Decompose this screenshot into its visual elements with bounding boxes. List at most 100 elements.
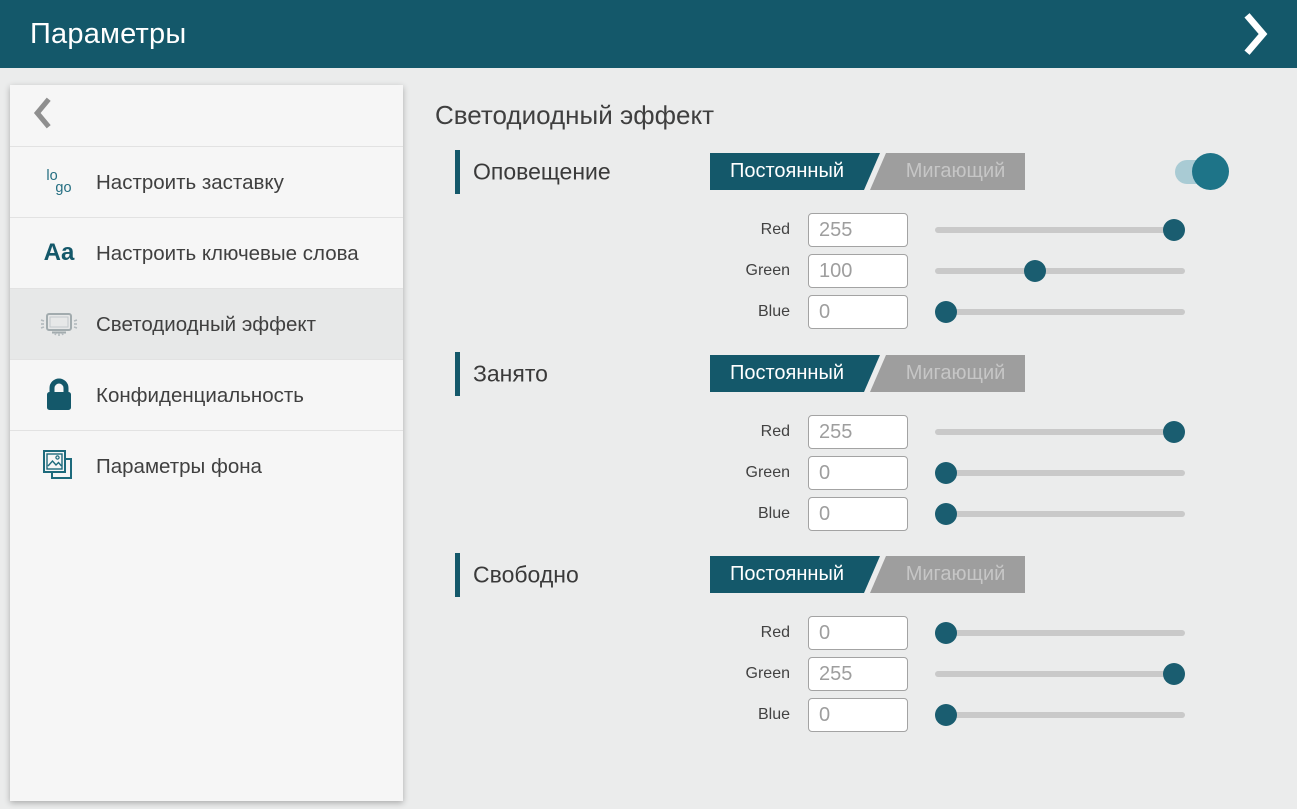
green-slider[interactable]: [935, 456, 1185, 490]
slider-thumb[interactable]: [1163, 663, 1185, 685]
sidebar-item-label: Настроить заставку: [96, 169, 284, 196]
blue-slider[interactable]: [935, 295, 1185, 329]
section-free: Свободно Постоянный Мигающий Red Green: [435, 553, 1247, 597]
slider-track: [935, 671, 1185, 677]
mode-blinking-button[interactable]: Мигающий: [870, 355, 1025, 392]
red-value-input[interactable]: [808, 213, 908, 247]
slider-track: [935, 511, 1185, 517]
app-title: Параметры: [30, 18, 186, 51]
mode-constant-button[interactable]: Постоянный: [710, 355, 880, 392]
green-slider[interactable]: [935, 254, 1185, 288]
logo-icon: logo: [38, 161, 80, 203]
slider-track: [935, 429, 1185, 435]
sidebar-item-keywords[interactable]: Aa Настроить ключевые слова: [10, 217, 403, 288]
slider-thumb[interactable]: [1024, 260, 1046, 282]
slider-thumb[interactable]: [935, 704, 957, 726]
sidebar-item-label: Настроить ключевые слова: [96, 240, 359, 267]
channel-label: Red: [435, 616, 790, 650]
section-notification: Оповещение Постоянный Мигающий Red Green: [435, 150, 1247, 194]
blue-value-input[interactable]: [808, 295, 908, 329]
mode-toggle: Постоянный Мигающий: [710, 153, 1025, 190]
section-header: Занято Постоянный Мигающий: [435, 352, 1247, 396]
sidebar-item-label: Конфиденциальность: [96, 382, 304, 409]
red-slider[interactable]: [935, 616, 1185, 650]
slider-track: [935, 309, 1185, 315]
switch-thumb: [1192, 153, 1229, 190]
channel-row-red: Red: [435, 415, 1247, 449]
blue-slider[interactable]: [935, 698, 1185, 732]
mode-blinking-button[interactable]: Мигающий: [870, 556, 1025, 593]
section-label: Оповещение: [473, 159, 611, 186]
blue-value-input[interactable]: [808, 497, 908, 531]
blue-value-input[interactable]: [808, 698, 908, 732]
rgb-rows: Red Green Blue: [435, 415, 1247, 538]
sidebar-item-privacy[interactable]: Конфиденциальность: [10, 359, 403, 430]
section-busy: Занято Постоянный Мигающий Red Green: [435, 352, 1247, 396]
forward-chevron-icon[interactable]: [1239, 11, 1271, 57]
page-title: Светодиодный эффект: [435, 100, 714, 131]
red-slider[interactable]: [935, 415, 1185, 449]
sidebar-item-led-effect[interactable]: Светодиодный эффект: [10, 288, 403, 359]
rgb-rows: Red Green Blue: [435, 213, 1247, 336]
mode-constant-button[interactable]: Постоянный: [710, 556, 880, 593]
section-accent-bar: [455, 553, 460, 597]
slider-thumb[interactable]: [935, 622, 957, 644]
channel-label: Red: [435, 213, 790, 247]
channel-label: Green: [435, 254, 790, 288]
sidebar-back-row: [10, 85, 403, 146]
mode-blinking-button[interactable]: Мигающий: [870, 153, 1025, 190]
channel-row-green: Green: [435, 657, 1247, 691]
section-accent-bar: [455, 150, 460, 194]
lock-icon: [38, 374, 80, 416]
channel-row-blue: Blue: [435, 698, 1247, 732]
slider-thumb[interactable]: [1163, 219, 1185, 241]
mode-toggle: Постоянный Мигающий: [710, 355, 1025, 392]
slider-track: [935, 712, 1185, 718]
channel-label: Blue: [435, 295, 790, 329]
section-label: Свободно: [473, 562, 579, 589]
sidebar-item-label: Светодиодный эффект: [96, 311, 316, 338]
section-accent-bar: [455, 352, 460, 396]
green-slider[interactable]: [935, 657, 1185, 691]
channel-label: Red: [435, 415, 790, 449]
section-header: Свободно Постоянный Мигающий: [435, 553, 1247, 597]
sidebar-item-screensaver[interactable]: logo Настроить заставку: [10, 146, 403, 217]
screen: Параметры logo Настроить заставку Aa Нас…: [0, 0, 1297, 809]
enable-switch[interactable]: [1175, 152, 1231, 192]
slider-thumb[interactable]: [935, 462, 957, 484]
back-chevron-icon[interactable]: [32, 97, 54, 134]
green-value-input[interactable]: [808, 254, 908, 288]
green-value-input[interactable]: [808, 456, 908, 490]
slider-track: [935, 630, 1185, 636]
slider-thumb[interactable]: [935, 301, 957, 323]
background-images-icon: [38, 445, 80, 487]
mode-constant-button[interactable]: Постоянный: [710, 153, 880, 190]
slider-thumb[interactable]: [935, 503, 957, 525]
red-slider[interactable]: [935, 213, 1185, 247]
green-value-input[interactable]: [808, 657, 908, 691]
sidebar: logo Настроить заставку Aa Настроить клю…: [10, 85, 403, 801]
mode-toggle: Постоянный Мигающий: [710, 556, 1025, 593]
channel-row-red: Red: [435, 213, 1247, 247]
channel-label: Green: [435, 657, 790, 691]
channel-label: Blue: [435, 698, 790, 732]
channel-row-blue: Blue: [435, 295, 1247, 329]
section-label: Занято: [473, 361, 548, 388]
sidebar-item-label: Параметры фона: [96, 453, 262, 480]
channel-row-green: Green: [435, 254, 1247, 288]
slider-thumb[interactable]: [1163, 421, 1185, 443]
led-screen-icon: [38, 303, 80, 345]
rgb-rows: Red Green Blue: [435, 616, 1247, 739]
slider-track: [935, 227, 1185, 233]
channel-row-red: Red: [435, 616, 1247, 650]
channel-row-blue: Blue: [435, 497, 1247, 531]
blue-slider[interactable]: [935, 497, 1185, 531]
red-value-input[interactable]: [808, 415, 908, 449]
sidebar-item-background[interactable]: Параметры фона: [10, 430, 403, 501]
channel-row-green: Green: [435, 456, 1247, 490]
app-bar: Параметры: [0, 0, 1297, 68]
slider-track: [935, 470, 1185, 476]
section-header: Оповещение Постоянный Мигающий: [435, 150, 1247, 194]
red-value-input[interactable]: [808, 616, 908, 650]
channel-label: Green: [435, 456, 790, 490]
